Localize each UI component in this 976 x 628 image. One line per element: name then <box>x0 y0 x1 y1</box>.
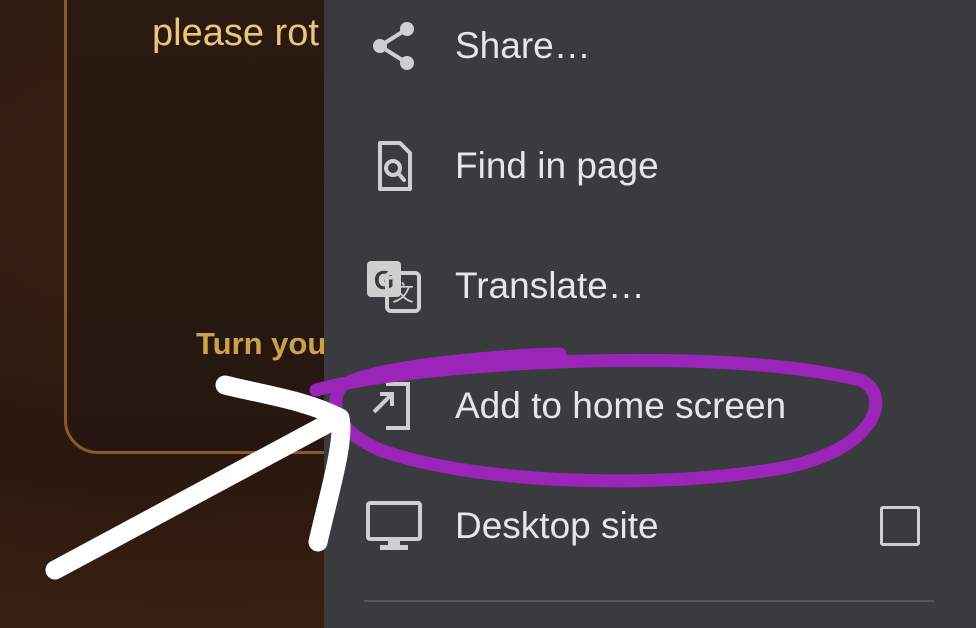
rotate-message: please rot <box>152 12 319 54</box>
menu-item-label: Desktop site <box>455 505 659 546</box>
find-in-page-icon <box>364 136 424 196</box>
menu-item-share[interactable]: Share… <box>324 0 976 106</box>
menu-item-find-in-page[interactable]: Find in page <box>324 106 976 226</box>
desktop-site-checkbox[interactable] <box>880 506 920 546</box>
menu-item-translate[interactable]: G 文 Translate… <box>324 226 976 346</box>
share-icon <box>364 16 424 76</box>
menu-divider <box>364 600 934 602</box>
desktop-icon <box>364 496 424 556</box>
turn-device-message: Turn you <box>196 326 327 361</box>
menu-item-label: Share… <box>455 25 591 66</box>
menu-item-label: Add to home screen <box>455 385 787 426</box>
menu-item-label: Translate… <box>455 265 645 306</box>
menu-item-label: Find in page <box>455 145 659 186</box>
menu-item-desktop-site[interactable]: Desktop site <box>324 466 976 586</box>
browser-overflow-menu: Share… Find in page G 文 Translate… Add t… <box>324 0 976 628</box>
translate-icon: G 文 <box>364 256 424 316</box>
menu-item-add-to-home-screen[interactable]: Add to home screen <box>324 346 976 466</box>
add-to-home-screen-icon <box>364 376 424 436</box>
svg-text:文: 文 <box>392 282 414 307</box>
